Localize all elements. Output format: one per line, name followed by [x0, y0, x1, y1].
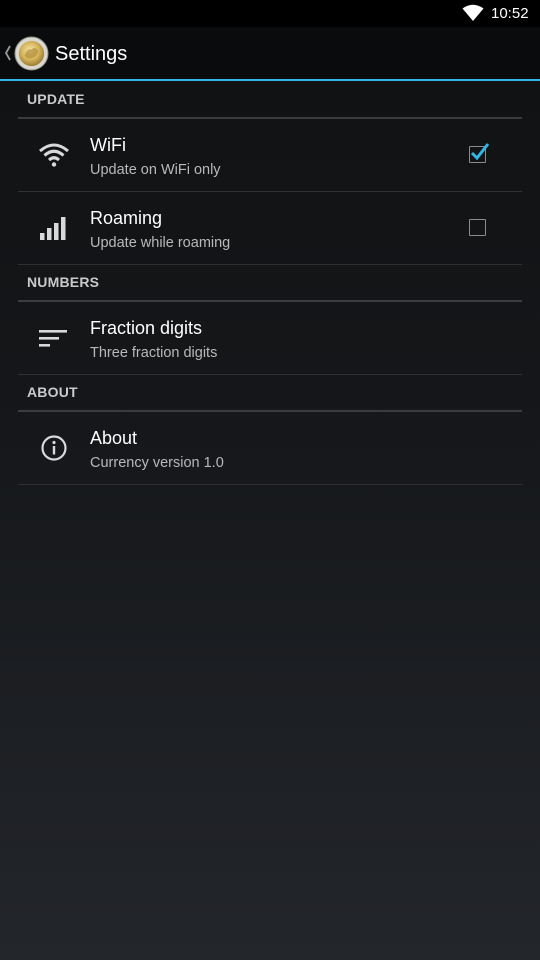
pref-about[interactable]: About Currency version 1.0: [18, 411, 522, 485]
category-label: NUMBERS: [27, 274, 100, 290]
wifi-icon: [39, 143, 69, 167]
signal-bars-icon: [40, 217, 66, 240]
pref-title: Fraction digits: [90, 318, 203, 338]
pref-summary: Three fraction digits: [90, 345, 218, 361]
pref-summary: Currency version 1.0: [90, 455, 224, 471]
pref-title: About: [90, 428, 138, 448]
category-numbers: NUMBERS: [18, 264, 522, 302]
pref-fraction-digits[interactable]: Fraction digits Three fraction digits: [18, 301, 522, 375]
action-bar: Settings: [0, 27, 540, 81]
status-bar: 10:52: [0, 0, 540, 27]
pref-summary: Update on WiFi only: [90, 162, 221, 178]
category-label: ABOUT: [27, 384, 78, 400]
page-title: Settings: [55, 43, 128, 65]
pref-roaming[interactable]: Roaming Update while roaming: [18, 191, 522, 265]
checkmark-icon: [470, 143, 490, 161]
category-label: UPDATE: [27, 91, 85, 107]
coin-icon[interactable]: [14, 36, 49, 71]
wifi-checkbox[interactable]: [469, 143, 490, 163]
roaming-checkbox[interactable]: [469, 219, 486, 236]
wifi-icon: [462, 4, 484, 21]
category-update: UPDATE: [18, 81, 522, 119]
sort-lines-icon: [39, 330, 67, 347]
chevron-left-icon[interactable]: [4, 43, 12, 63]
info-icon: [41, 435, 67, 461]
pref-summary: Update while roaming: [90, 235, 231, 251]
category-about: ABOUT: [18, 374, 522, 412]
pref-title: Roaming: [90, 208, 163, 228]
pref-wifi[interactable]: WiFi Update on WiFi only: [18, 118, 522, 192]
clock: 10:52: [491, 5, 529, 22]
pref-title: WiFi: [90, 135, 126, 155]
